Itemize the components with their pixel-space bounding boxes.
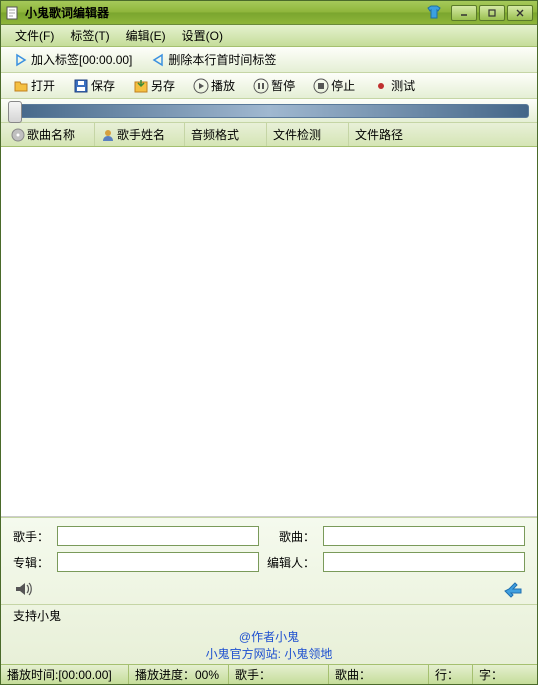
open-label: 打开 [31, 77, 55, 94]
close-button[interactable] [507, 5, 533, 21]
col-check[interactable]: 文件检测 [267, 123, 349, 146]
status-singer: 歌手： [229, 665, 329, 684]
status-line: 行： [429, 665, 473, 684]
sound-row [1, 578, 537, 604]
test-button[interactable]: 测试 [369, 75, 419, 96]
menu-settings[interactable]: 设置(O) [174, 25, 231, 46]
delete-tag-button[interactable]: 删除本行首时间标签 [146, 49, 280, 70]
app-icon [5, 5, 21, 21]
add-tag-button[interactable]: 加入标签[00:00.00] [9, 49, 136, 70]
delete-tag-label: 删除本行首时间标签 [168, 51, 276, 68]
site-label: 小鬼官方网站: [206, 647, 285, 661]
album-label: 专辑： [13, 554, 49, 571]
statusbar: 播放时间:[00:00.00] 播放进度：00% 歌手： 歌曲： 行： 字： [1, 664, 537, 684]
add-tag-label: 加入标签[00:00.00] [31, 51, 132, 68]
saveas-button[interactable]: 另存 [129, 75, 179, 96]
disc-icon [11, 128, 25, 142]
slider-thumb[interactable] [8, 101, 22, 123]
dot-icon [373, 78, 389, 94]
pause-label: 暂停 [271, 77, 295, 94]
menu-tags[interactable]: 标签(T) [62, 25, 117, 46]
pause-icon [253, 78, 269, 94]
editor-input[interactable] [323, 552, 525, 572]
editor-label: 编辑人： [267, 554, 315, 571]
app-window: 小鬼歌词编辑器 文件(F) 标签(T) 编辑(E) 设置(O) 加入标签[00:… [0, 0, 538, 685]
toolbar-tags: 加入标签[00:00.00] 删除本行首时间标签 [1, 47, 537, 73]
save-label: 保存 [91, 77, 115, 94]
save-button[interactable]: 保存 [69, 75, 119, 96]
links: @作者小鬼 小鬼官方网站: 小鬼领地 [1, 626, 537, 664]
progress-slider-row [1, 99, 537, 123]
saveas-label: 另存 [151, 77, 175, 94]
status-progress: 播放进度：00% [129, 665, 229, 684]
meta-form: 歌手： 歌曲： 专辑： 编辑人： [1, 518, 537, 578]
status-song: 歌曲： [329, 665, 429, 684]
maximize-button[interactable] [479, 5, 505, 21]
support-label: 支持小鬼 [1, 604, 537, 626]
album-input[interactable] [57, 552, 259, 572]
site-link[interactable]: 小鬼领地 [284, 647, 332, 661]
author-link[interactable]: @作者小鬼 [239, 630, 299, 644]
play-left-icon [150, 52, 166, 68]
minimize-button[interactable] [451, 5, 477, 21]
titlebar: 小鬼歌词编辑器 [1, 1, 537, 25]
col-path[interactable]: 文件路径 [349, 123, 537, 146]
play-right-icon [13, 52, 29, 68]
window-title: 小鬼歌词编辑器 [25, 4, 425, 21]
person-icon [101, 128, 115, 142]
speaker-icon[interactable] [13, 578, 35, 600]
menu-file[interactable]: 文件(F) [7, 25, 62, 46]
tshirt-icon[interactable] [425, 4, 443, 22]
song-input[interactable] [323, 526, 525, 546]
test-label: 测试 [391, 77, 415, 94]
status-char: 字： [473, 665, 537, 684]
col-format[interactable]: 音频格式 [185, 123, 267, 146]
stop-icon [313, 78, 329, 94]
bottom-panel: 歌手： 歌曲： 专辑： 编辑人： 支持小鬼 @作者小鬼 小鬼官方网站: 小鬼领地 [1, 517, 537, 664]
song-list[interactable] [1, 147, 537, 517]
open-button[interactable]: 打开 [9, 75, 59, 96]
folder-open-icon [13, 78, 29, 94]
progress-slider[interactable] [9, 104, 529, 118]
play-label: 播放 [211, 77, 235, 94]
saveas-icon [133, 78, 149, 94]
status-play-time: 播放时间:[00:00.00] [1, 665, 129, 684]
floppy-icon [73, 78, 89, 94]
play-button[interactable]: 播放 [189, 75, 239, 96]
stop-button[interactable]: 停止 [309, 75, 359, 96]
hand-point-icon[interactable] [503, 578, 525, 600]
singer-label: 歌手： [13, 528, 49, 545]
toolbar-file: 打开 保存 另存 播放 暂停 停止 测试 [1, 73, 537, 99]
col-singer[interactable]: 歌手姓名 [95, 123, 185, 146]
menu-edit[interactable]: 编辑(E) [118, 25, 174, 46]
list-columns: 歌曲名称 歌手姓名 音频格式 文件检测 文件路径 [1, 123, 537, 147]
pause-button[interactable]: 暂停 [249, 75, 299, 96]
menubar: 文件(F) 标签(T) 编辑(E) 设置(O) [1, 25, 537, 47]
stop-label: 停止 [331, 77, 355, 94]
play-icon [193, 78, 209, 94]
singer-input[interactable] [57, 526, 259, 546]
col-song-name[interactable]: 歌曲名称 [5, 123, 95, 146]
song-label: 歌曲： [267, 528, 315, 545]
